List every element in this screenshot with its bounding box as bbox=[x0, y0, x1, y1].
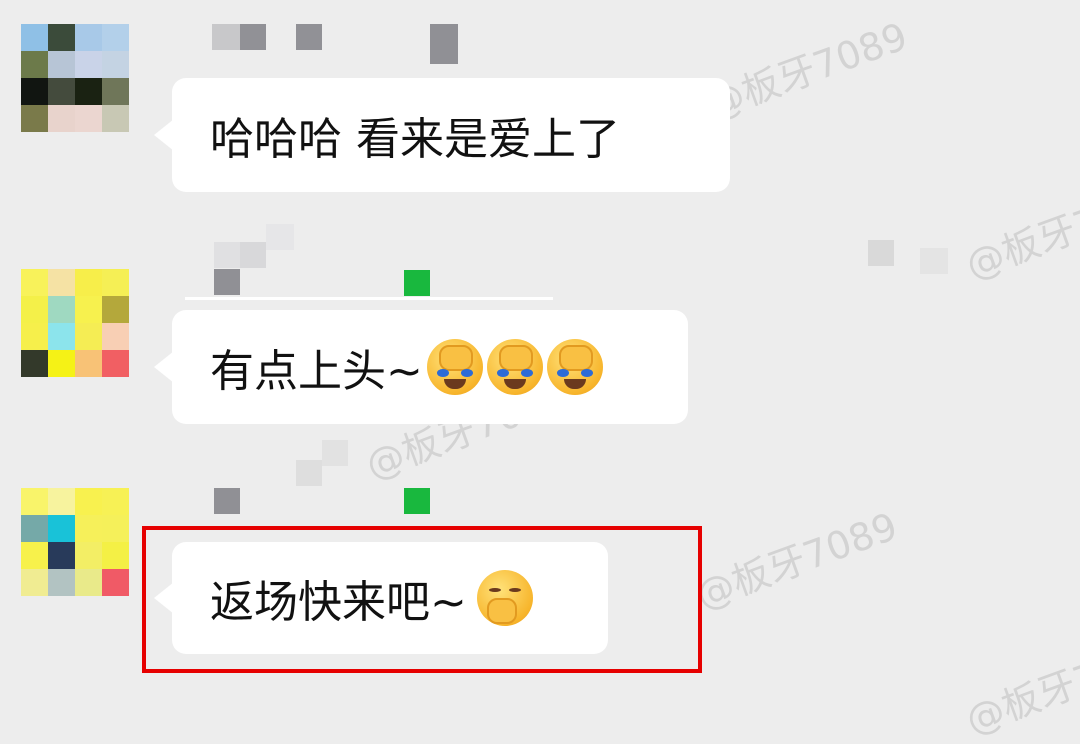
sender-name bbox=[296, 24, 322, 50]
avatar[interactable] bbox=[21, 488, 129, 596]
avatar[interactable] bbox=[21, 269, 129, 377]
sender-name bbox=[430, 24, 458, 64]
facepalm-laugh-icon bbox=[546, 339, 603, 395]
divider bbox=[185, 297, 553, 300]
message-text: 有点上头~ bbox=[210, 346, 423, 397]
watermark-text: @板牙7089 bbox=[960, 629, 1080, 743]
message-text: 哈哈哈 看来是爱上了 bbox=[210, 114, 620, 165]
blur-pixel bbox=[214, 242, 240, 268]
facepalm-laugh-icon bbox=[486, 339, 543, 395]
sender-name bbox=[212, 24, 240, 50]
blur-pixel bbox=[868, 240, 894, 266]
sender-name bbox=[214, 269, 240, 295]
blur-pixel bbox=[266, 224, 294, 250]
message-bubble[interactable]: 哈哈哈 看来是爱上了 bbox=[154, 78, 730, 192]
sender-name bbox=[240, 24, 266, 50]
message-bubble[interactable]: 有点上头~ bbox=[154, 310, 688, 424]
blur-pixel bbox=[322, 440, 348, 466]
status-indicator bbox=[404, 270, 430, 296]
highlight-box bbox=[142, 526, 702, 673]
sender-name bbox=[214, 488, 240, 514]
facepalm-laugh-icon bbox=[426, 339, 483, 395]
blur-pixel bbox=[296, 460, 322, 486]
status-indicator bbox=[404, 488, 430, 514]
blur-pixel bbox=[240, 242, 266, 268]
avatar[interactable] bbox=[21, 24, 129, 132]
blur-pixel bbox=[920, 248, 948, 274]
watermark-text: @板牙7089 bbox=[690, 504, 904, 618]
watermark-text: @板牙7089 bbox=[960, 174, 1080, 288]
